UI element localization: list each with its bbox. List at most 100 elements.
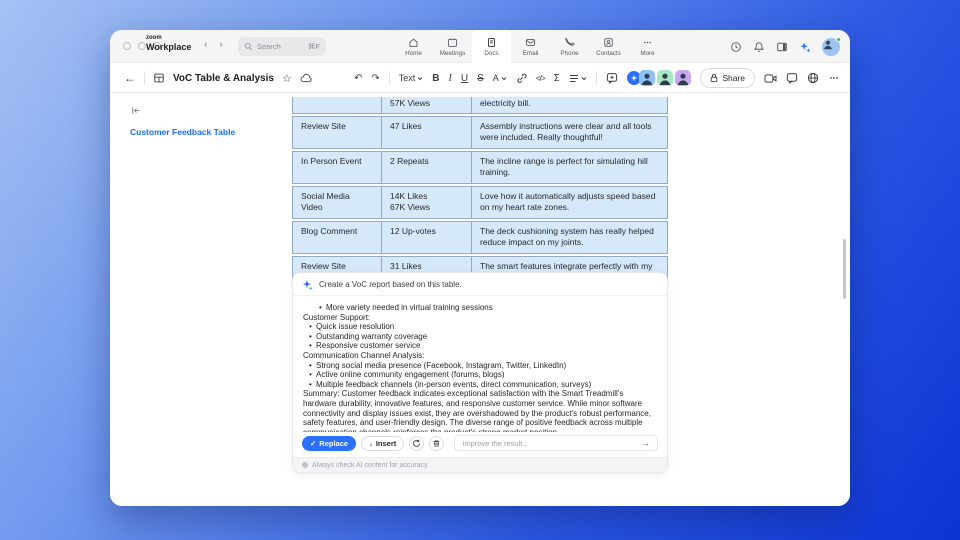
doc-grid-icon[interactable] [153,72,165,84]
underline-button[interactable]: U [461,73,468,84]
table-cell-source[interactable] [292,97,382,114]
trash-icon [432,439,441,448]
font-color-dropdown[interactable]: A [493,73,507,83]
user-avatar[interactable] [822,38,840,56]
email-icon [525,37,536,48]
tab-more[interactable]: More [628,30,667,63]
formula-button[interactable]: Σ [553,73,559,84]
ai-content-line: Communication Channel Analysis: [303,351,657,361]
table-cell-source[interactable]: Blog Comment [292,221,382,254]
video-camera-icon[interactable] [764,73,777,84]
divider [389,71,390,85]
tab-meetings[interactable]: Meetings [433,30,472,63]
collapse-outline-button[interactable] [130,103,280,121]
link-icon[interactable] [516,73,527,84]
check-icon: ✓ [310,439,316,448]
history-icon[interactable] [730,41,742,53]
table-cell-source[interactable]: Social Media Video [292,186,382,219]
add-comment-icon[interactable] [606,72,618,84]
ai-content-line: Summary: Customer feedback indicates exc… [303,389,657,432]
replace-button[interactable]: ✓Replace [302,436,356,451]
collapse-left-icon [130,105,141,116]
insert-button[interactable]: ↓Insert [361,436,404,451]
improve-result-input[interactable] [462,439,641,448]
status-dot [836,37,841,42]
ai-prompt-text: Create a VoC report based on this table. [319,280,462,289]
person-icon [675,70,691,86]
submit-arrow-icon[interactable]: → [641,438,650,448]
ai-content-line: Responsive customer service [303,341,657,351]
ai-disclaimer-text: Always check AI content for accuracy. [312,462,429,469]
table-cell-feedback[interactable]: The incline range is perfect for simulat… [472,151,668,184]
align-dropdown[interactable] [569,74,587,83]
table-cell-source[interactable]: In Person Event [292,151,382,184]
minimize-window-button[interactable] [138,42,146,50]
table-row: In Person Event 2 Repeats The incline ra… [292,151,668,184]
outline-item-customer-feedback-table[interactable]: Customer Feedback Table [130,127,280,137]
bell-icon[interactable] [753,41,765,53]
docs-icon [486,37,497,48]
align-lines-icon [569,74,579,83]
table-cell-feedback[interactable]: electricity bill. [472,97,668,114]
down-arrow-icon: ↓ [369,439,373,448]
close-window-button[interactable] [123,42,131,50]
redo-button[interactable]: ↷ [371,73,379,84]
improve-result-field[interactable]: → [454,435,658,451]
tab-contacts[interactable]: Contacts [589,30,628,63]
search-input[interactable]: Search ⌘F [238,37,326,56]
chevron-down-icon [581,76,587,81]
phone-icon [564,37,575,48]
collaborator-avatars[interactable] [637,70,691,86]
ai-companion-icon[interactable] [799,41,811,53]
ai-content-line: Quick issue resolution [303,322,657,332]
table-cell-feedback[interactable]: Assembly instructions were clear and all… [472,116,668,149]
nav-back-button[interactable]: ‹ [204,39,207,50]
delete-button[interactable] [429,436,444,451]
tab-email[interactable]: Email [511,30,550,63]
ai-content-line: Customer Support: [303,313,657,323]
doc-main-area: Customer Feedback Table 57K Views electr… [110,93,850,506]
doc-outline-sidebar: Customer Feedback Table [110,93,280,506]
table-row: Social Media Video 14K Likes 67K Views L… [292,186,668,219]
table-row: 57K Views electricity bill. [292,97,668,114]
ai-panel-header: Create a VoC report based on this table. [293,273,667,296]
share-button[interactable]: Share [700,68,755,88]
table-cell-metric[interactable]: 12 Up-votes [382,221,472,254]
text-style-dropdown[interactable]: Text [399,73,424,83]
table-cell-metric[interactable]: 14K Likes 67K Views [382,186,472,219]
refresh-icon [412,439,421,448]
table-row: Review Site 47 Likes Assembly instructio… [292,116,668,149]
person-icon [822,38,834,50]
tab-home[interactable]: Home [394,30,433,63]
more-icon [642,37,653,48]
tab-phone[interactable]: Phone [550,30,589,63]
person-icon [657,70,673,86]
italic-button[interactable]: I [449,73,452,84]
code-block-button[interactable]: </> [536,74,545,83]
table-cell-feedback[interactable]: Love how it automatically adjusts speed … [472,186,668,219]
star-icon[interactable]: ☆ [282,72,292,85]
table-cell-metric[interactable]: 2 Repeats [382,151,472,184]
doc-back-button[interactable]: ← [124,71,136,85]
ai-result-content: More variety needed in virtual training … [293,296,667,432]
strikethrough-button[interactable]: S [477,73,484,84]
table-cell-metric[interactable]: 57K Views [382,97,472,114]
side-panel-icon[interactable] [776,41,788,53]
app-nav-tabs: Home Meetings Docs Email Phone Contacts [394,30,667,63]
calendar-icon [447,37,458,48]
table-cell-feedback[interactable]: The deck cushioning system has really he… [472,221,668,254]
table-cell-source[interactable]: Review Site [292,116,382,149]
chat-icon[interactable] [786,72,798,84]
nav-forward-button[interactable]: › [219,39,222,50]
table-cell-metric[interactable]: 47 Likes [382,116,472,149]
tab-docs[interactable]: Docs [472,30,511,63]
regenerate-button[interactable] [409,436,424,451]
info-icon [302,462,308,468]
undo-button[interactable]: ↶ [354,73,362,84]
search-icon [244,42,253,51]
globe-icon[interactable] [807,72,819,84]
vertical-scrollbar[interactable] [843,239,846,299]
more-options-icon[interactable] [828,72,840,84]
bold-button[interactable]: B [432,73,439,84]
doc-page: 57K Views electricity bill. Review Site … [292,95,668,291]
